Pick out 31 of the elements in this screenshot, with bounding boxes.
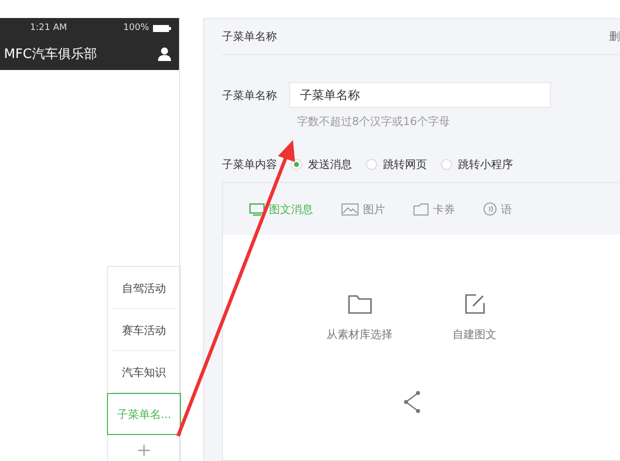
submenu-item[interactable]: 汽车知识 (112, 351, 176, 393)
name-input[interactable]: 子菜单名称 (289, 82, 551, 108)
hint-text: 字数不超过8个汉字或16个字母 (297, 114, 451, 129)
monitor-icon (249, 202, 265, 216)
voice-icon (483, 202, 497, 216)
image-icon (341, 202, 359, 216)
account-title: MFC汽车俱乐部 (4, 46, 97, 63)
folder-icon (346, 293, 372, 315)
radio-option[interactable]: 跳转小程序 (441, 157, 513, 172)
card-icon (413, 202, 429, 216)
action-button[interactable]: 自建图文 (452, 293, 496, 342)
delete-link[interactable]: 删 (609, 29, 620, 44)
action-button[interactable]: 从素材库选择 (326, 293, 392, 342)
status-time: 1:21 AM (30, 23, 67, 33)
submenu-item[interactable]: 赛车活动 (112, 309, 176, 351)
content-tab[interactable]: 图片 (341, 202, 385, 216)
share-icon[interactable] (402, 390, 422, 414)
battery-percent: 100% (123, 23, 149, 33)
panel-title: 子菜单名称 (222, 29, 277, 44)
user-icon[interactable] (158, 47, 171, 61)
name-label: 子菜单名称 (222, 88, 277, 102)
content-tab[interactable]: 语 (483, 202, 512, 216)
submenu-item[interactable]: 自驾活动 (112, 267, 176, 309)
content-tab[interactable]: 卡券 (413, 202, 455, 216)
radio-option[interactable]: 跳转网页 (366, 157, 427, 172)
add-button[interactable]: + (108, 435, 180, 461)
content-label: 子菜单内容 (222, 157, 277, 172)
submenu-item[interactable]: 子菜单名... (107, 393, 181, 435)
battery-icon (153, 24, 171, 32)
edit-icon (464, 293, 486, 315)
content-tab[interactable]: 图文消息 (249, 202, 313, 216)
